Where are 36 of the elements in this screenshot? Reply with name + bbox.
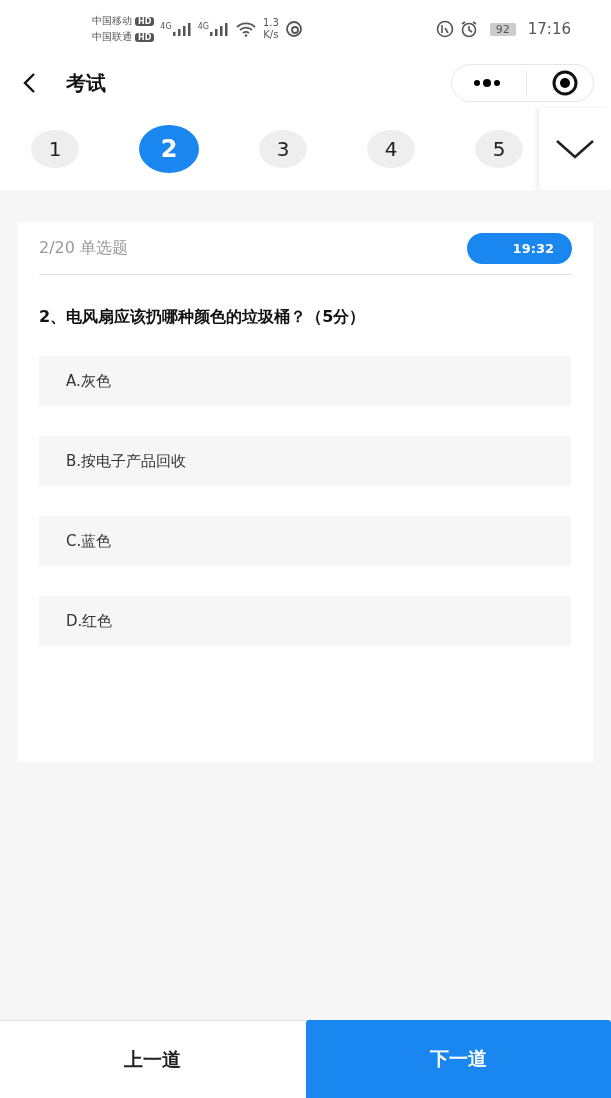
battery-level: 92: [489, 22, 516, 36]
question-number-tab[interactable]: 5: [475, 130, 523, 168]
answer-option[interactable]: C.蓝色: [39, 516, 571, 566]
data-saver-icon: [435, 20, 454, 38]
hd-badge: HD: [135, 32, 155, 42]
answer-option[interactable]: D.红色: [39, 596, 571, 646]
hd-badge: HD: [135, 16, 155, 26]
alarm-icon: [459, 20, 478, 38]
wifi-icon: [234, 21, 257, 37]
network-label: 4G: [160, 22, 172, 31]
more-icon: [472, 78, 502, 88]
next-button[interactable]: 下一道: [305, 1020, 611, 1098]
clock: 17:16: [527, 20, 571, 38]
question-text: 2、电风扇应该扔哪种颜色的垃圾桶？（5分）: [39, 307, 367, 328]
network-speed: K/s: [263, 29, 279, 41]
network-label: 4G: [197, 22, 209, 31]
carrier-name: 中国联通: [92, 30, 132, 44]
question-number-tab[interactable]: 2: [139, 125, 199, 173]
answer-option[interactable]: A.灰色: [39, 356, 571, 406]
signal-icon: [171, 22, 192, 36]
back-button[interactable]: [22, 72, 36, 94]
network-speed: 1.3: [262, 17, 279, 29]
expand-button[interactable]: [539, 108, 611, 190]
chevron-down-icon: [555, 138, 595, 160]
record-icon: [551, 69, 579, 97]
signal-icon: [208, 22, 229, 36]
question-number-tab[interactable]: 3: [259, 130, 307, 168]
countdown-timer: 19:32: [466, 232, 572, 264]
page-title: 考试: [66, 69, 107, 97]
previous-button[interactable]: 上一道: [0, 1020, 306, 1098]
question-number-tab[interactable]: 1: [31, 130, 79, 168]
question-number-tab[interactable]: 4: [367, 130, 415, 168]
back-icon: [22, 72, 36, 94]
carrier-name: 中国移动: [92, 14, 132, 28]
answer-option[interactable]: B.按电子产品回收: [39, 436, 571, 486]
swirl-icon: [284, 20, 303, 38]
